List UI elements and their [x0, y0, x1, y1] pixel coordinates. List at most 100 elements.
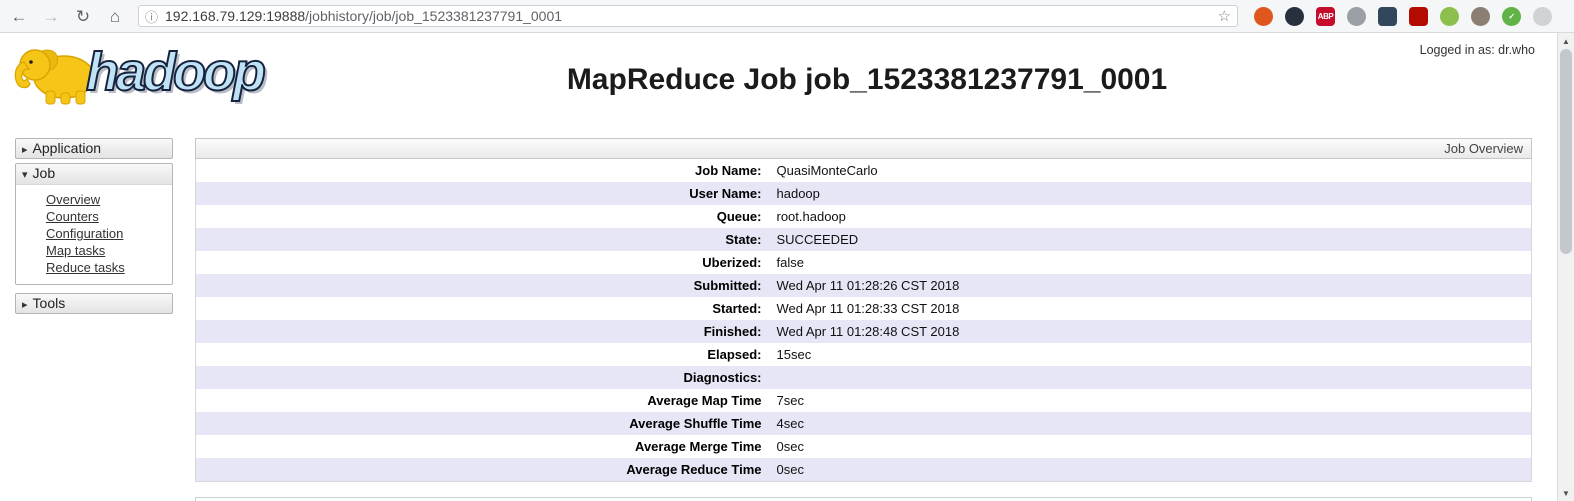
sidebar-link-reduce-tasks[interactable]: Reduce tasks: [46, 260, 125, 275]
field-label: Average Reduce Time: [196, 458, 768, 482]
field-label: Average Merge Time: [196, 435, 768, 458]
extension-icon-9[interactable]: ✓: [1502, 7, 1521, 26]
page-info-icon[interactable]: ⓘ: [145, 7, 158, 26]
extension-icon-1[interactable]: [1254, 7, 1273, 26]
field-label: Average Shuffle Time: [196, 412, 768, 435]
vertical-scrollbar[interactable]: ▲ ▼: [1557, 33, 1574, 501]
list-item: Counters: [46, 208, 172, 225]
field-label: Started:: [196, 297, 768, 320]
list-item: Map tasks: [46, 242, 172, 259]
sidebar-link-overview[interactable]: Overview: [46, 192, 100, 207]
address-bar[interactable]: ⓘ 192.168.79.129:19888/jobhistory/job/jo…: [138, 5, 1238, 27]
field-label: State:: [196, 228, 768, 251]
sidebar: ▸ Application ▾ Job Overview Counters Conf…: [15, 138, 173, 314]
home-button[interactable]: ⌂: [102, 3, 128, 29]
home-icon: ⌂: [110, 8, 120, 25]
back-button[interactable]: ←: [6, 3, 32, 29]
application-master-section: ApplicationMaster Attempt Number Start T…: [195, 497, 1532, 501]
table-row: Average Shuffle Time4sec: [196, 412, 1532, 435]
extension-icon-5[interactable]: [1378, 7, 1397, 26]
field-label: Job Name:: [196, 159, 768, 182]
table-row: Uberized:false: [196, 251, 1532, 274]
list-item: Overview: [46, 191, 172, 208]
field-label: Finished:: [196, 320, 768, 343]
page-title: MapReduce Job job_1523381237791_0001: [160, 63, 1574, 97]
extension-icon-10[interactable]: [1533, 7, 1552, 26]
field-value: Wed Apr 11 01:28:26 CST 2018: [768, 274, 1532, 297]
field-value: SUCCEEDED: [768, 228, 1532, 251]
field-value: root.hadoop: [768, 205, 1532, 228]
table-row: Started:Wed Apr 11 01:28:33 CST 2018: [196, 297, 1532, 320]
field-label: Submitted:: [196, 274, 768, 297]
forward-button[interactable]: →: [38, 3, 64, 29]
forward-icon: →: [43, 8, 60, 25]
sidebar-section-job-header[interactable]: ▾ Job: [16, 164, 172, 185]
url-host: 192.168.79.129:19888: [165, 8, 305, 24]
list-item: Configuration: [46, 225, 172, 242]
sidebar-link-map-tasks[interactable]: Map tasks: [46, 243, 105, 258]
table-row: Job Name:QuasiMonteCarlo: [196, 159, 1532, 182]
field-value: QuasiMonteCarlo: [768, 159, 1532, 182]
field-value: false: [768, 251, 1532, 274]
sidebar-section-job-label: Job: [33, 165, 56, 181]
sidebar-link-counters[interactable]: Counters: [46, 209, 99, 224]
table-row: Average Merge Time0sec: [196, 435, 1532, 458]
extension-icon-4[interactable]: [1347, 7, 1366, 26]
field-value: 7sec: [768, 389, 1532, 412]
extension-icon-6[interactable]: [1409, 7, 1428, 26]
table-row: State:SUCCEEDED: [196, 228, 1532, 251]
extension-icon-3[interactable]: ABP: [1316, 7, 1335, 26]
chevron-down-icon: ▾: [22, 169, 28, 181]
main-content: Job Overview Job Name:QuasiMonteCarlo Us…: [195, 138, 1532, 501]
field-value: hadoop: [768, 182, 1532, 205]
sidebar-section-tools[interactable]: ▸ Tools: [15, 293, 173, 314]
extension-icon-2[interactable]: [1285, 7, 1304, 26]
field-value: 0sec: [768, 458, 1532, 482]
table-row: User Name:hadoop: [196, 182, 1532, 205]
table-row: Finished:Wed Apr 11 01:28:48 CST 2018: [196, 320, 1532, 343]
table-row: Average Map Time7sec: [196, 389, 1532, 412]
extension-icon-7[interactable]: [1440, 7, 1459, 26]
url-text: 192.168.79.129:19888/jobhistory/job/job_…: [165, 8, 1212, 24]
job-links-list: Overview Counters Configuration Map task…: [16, 185, 172, 284]
back-icon: ←: [11, 8, 28, 25]
field-value: 4sec: [768, 412, 1532, 435]
extension-icon-8[interactable]: [1471, 7, 1490, 26]
extensions-area: ABP ✓: [1254, 7, 1552, 26]
sidebar-section-application-label: Application: [33, 140, 102, 156]
sidebar-section-job: ▾ Job Overview Counters Configuration Map…: [15, 163, 173, 285]
scroll-down-icon[interactable]: ▼: [1558, 485, 1574, 501]
table-row: Elapsed:15sec: [196, 343, 1532, 366]
page-content: Logged in as: dr.who hadoop MapReduce Jo…: [0, 33, 1574, 501]
refresh-button[interactable]: ↻: [70, 3, 96, 29]
field-value: Wed Apr 11 01:28:33 CST 2018: [768, 297, 1532, 320]
sidebar-section-application[interactable]: ▸ Application: [15, 138, 173, 159]
logged-in-status: Logged in as: dr.who: [1420, 43, 1535, 57]
field-label: Elapsed:: [196, 343, 768, 366]
table-row: Submitted:Wed Apr 11 01:28:26 CST 2018: [196, 274, 1532, 297]
field-value: Wed Apr 11 01:28:48 CST 2018: [768, 320, 1532, 343]
browser-toolbar: ← → ↻ ⌂ ⓘ 192.168.79.129:19888/jobhistor…: [0, 0, 1574, 33]
field-value: [768, 366, 1532, 389]
url-path: /jobhistory/job/job_1523381237791_0001: [305, 8, 562, 24]
sidebar-section-tools-label: Tools: [33, 295, 66, 311]
field-value: 15sec: [768, 343, 1532, 366]
field-label: Queue:: [196, 205, 768, 228]
refresh-icon: ↻: [76, 8, 90, 25]
field-label: Uberized:: [196, 251, 768, 274]
scrollbar-thumb[interactable]: [1560, 49, 1572, 254]
job-overview-header: Job Overview: [195, 138, 1532, 159]
sidebar-link-configuration[interactable]: Configuration: [46, 226, 123, 241]
chevron-right-icon: ▸: [22, 299, 28, 311]
job-overview-table: Job Name:QuasiMonteCarlo User Name:hadoo…: [195, 159, 1532, 482]
table-row: Average Reduce Time0sec: [196, 458, 1532, 482]
field-label: Diagnostics:: [196, 366, 768, 389]
field-value: 0sec: [768, 435, 1532, 458]
scroll-up-icon[interactable]: ▲: [1558, 33, 1574, 49]
field-label: User Name:: [196, 182, 768, 205]
table-row: Diagnostics:: [196, 366, 1532, 389]
table-row: Queue:root.hadoop: [196, 205, 1532, 228]
browser-window: ← → ↻ ⌂ ⓘ 192.168.79.129:19888/jobhistor…: [0, 0, 1574, 501]
bookmark-star-icon[interactable]: ☆: [1218, 7, 1231, 25]
chevron-right-icon: ▸: [22, 144, 28, 156]
